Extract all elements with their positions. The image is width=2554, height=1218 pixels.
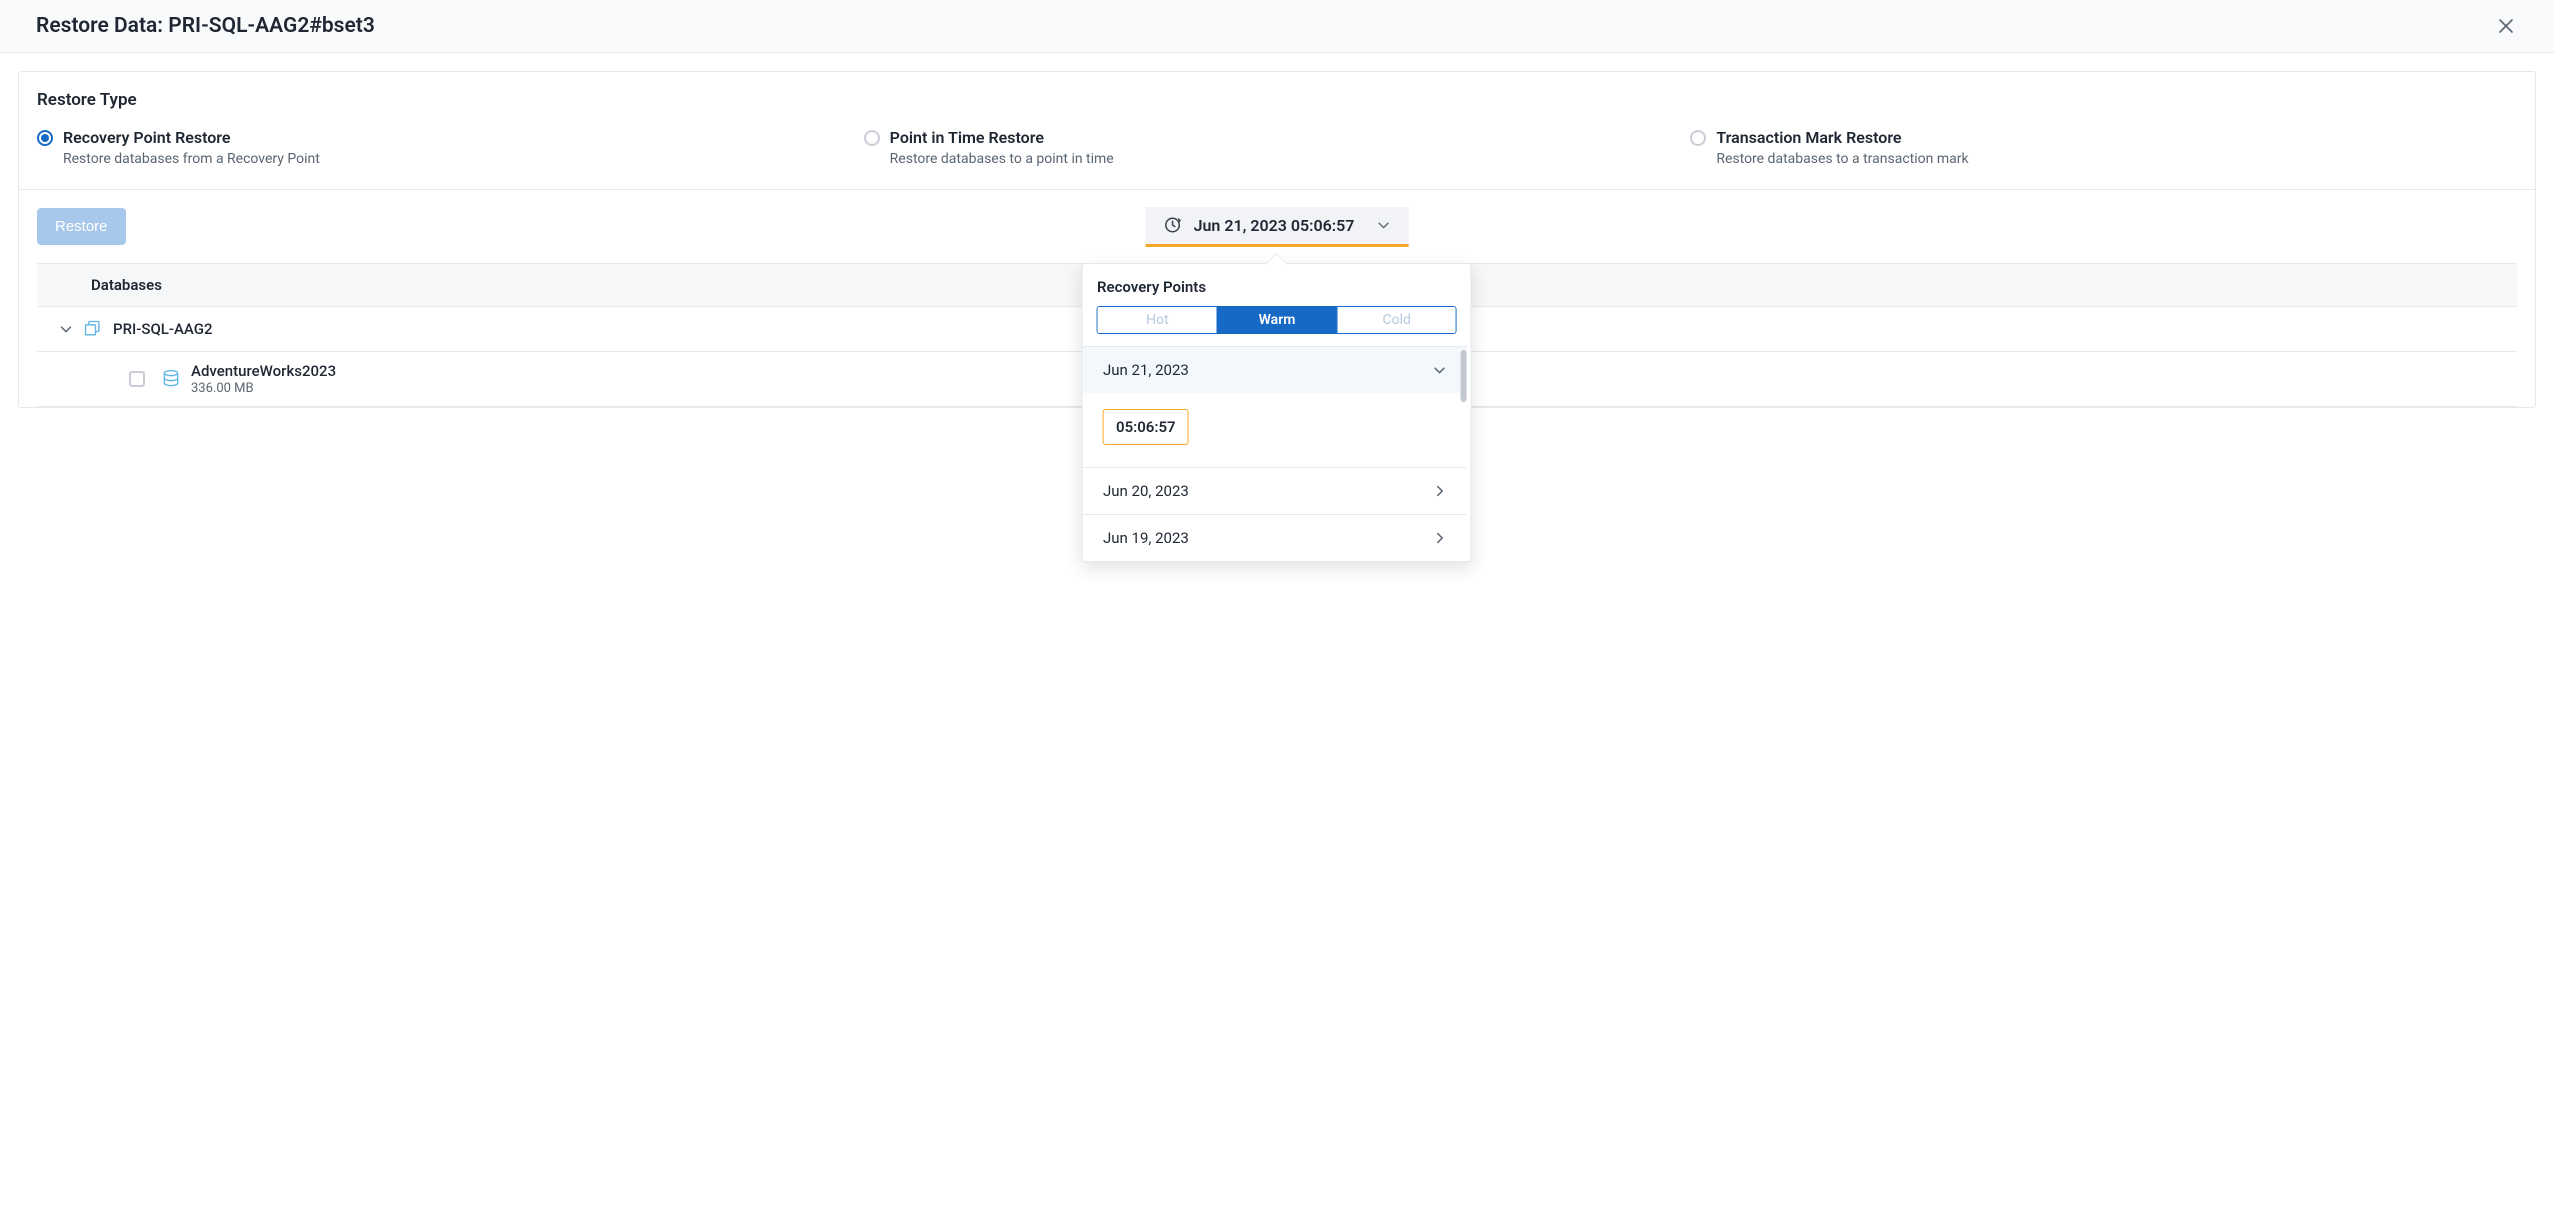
chevron-down-icon bbox=[1433, 363, 1447, 377]
restore-button[interactable]: Restore bbox=[37, 208, 126, 245]
close-icon bbox=[2498, 18, 2514, 34]
recovery-points-list: Jun 21, 2023 05:06:57 Jun 20, 2023 bbox=[1083, 346, 1471, 561]
server-group-icon bbox=[83, 319, 103, 339]
tier-tabs: Hot Warm Cold bbox=[1097, 306, 1457, 334]
restore-type-label: Point in Time Restore bbox=[890, 128, 1114, 147]
recovery-date-label: Jun 19, 2023 bbox=[1103, 529, 1189, 547]
chevron-right-icon bbox=[1433, 484, 1447, 498]
database-icon bbox=[161, 368, 181, 390]
restore-type-label: Recovery Point Restore bbox=[63, 128, 320, 147]
content-section: Restore Jun 21, 2023 05:06:57 bbox=[19, 190, 2535, 407]
restore-type-option-transaction-mark[interactable]: Transaction Mark Restore Restore databas… bbox=[1690, 128, 2517, 167]
radio-icon bbox=[1690, 130, 1706, 146]
database-checkbox[interactable] bbox=[129, 371, 145, 387]
restore-type-heading: Restore Type bbox=[37, 90, 2517, 110]
restore-type-label: Transaction Mark Restore bbox=[1716, 128, 1968, 147]
recovery-time-slot[interactable]: 05:06:57 bbox=[1103, 409, 1189, 445]
recovery-date-label: Jun 20, 2023 bbox=[1103, 482, 1189, 500]
recovery-date-row[interactable]: Jun 21, 2023 bbox=[1083, 346, 1467, 393]
restore-type-option-point-in-time[interactable]: Point in Time Restore Restore databases … bbox=[864, 128, 1691, 167]
scrollbar[interactable] bbox=[1461, 350, 1467, 402]
radio-icon bbox=[37, 130, 53, 146]
server-name: PRI-SQL-AAG2 bbox=[113, 320, 213, 338]
tier-tab-hot[interactable]: Hot bbox=[1098, 307, 1217, 333]
restore-type-sub: Restore databases to a point in time bbox=[890, 151, 1114, 167]
recovery-date-row[interactable]: Jun 19, 2023 bbox=[1083, 514, 1467, 561]
recovery-date-row[interactable]: Jun 20, 2023 bbox=[1083, 467, 1467, 514]
chevron-down-icon bbox=[59, 322, 73, 336]
popover-title: Recovery Points bbox=[1083, 278, 1471, 306]
dialog-header: Restore Data: PRI-SQL-AAG2#bset3 bbox=[0, 0, 2554, 53]
tier-tab-warm[interactable]: Warm bbox=[1217, 307, 1337, 333]
history-icon bbox=[1164, 216, 1182, 234]
radio-icon bbox=[864, 130, 880, 146]
recovery-point-picker-trigger[interactable]: Jun 21, 2023 05:06:57 bbox=[1146, 207, 1409, 247]
recovery-points-popover: Recovery Points Hot Warm Cold Jun 21, 20… bbox=[1082, 263, 1472, 562]
dialog-title: Restore Data: PRI-SQL-AAG2#bset3 bbox=[36, 14, 375, 38]
restore-type-section: Restore Type Recovery Point Restore Rest… bbox=[19, 72, 2535, 190]
close-button[interactable] bbox=[2494, 14, 2518, 38]
database-size: 336.00 MB bbox=[191, 381, 336, 396]
recovery-time-list: 05:06:57 bbox=[1083, 393, 1467, 467]
restore-type-sub: Restore databases from a Recovery Point bbox=[63, 151, 320, 167]
restore-type-option-recovery-point[interactable]: Recovery Point Restore Restore databases… bbox=[37, 128, 864, 167]
main-panel: Restore Type Recovery Point Restore Rest… bbox=[18, 71, 2536, 408]
tier-tab-cold[interactable]: Cold bbox=[1336, 307, 1456, 333]
chevron-right-icon bbox=[1433, 531, 1447, 545]
recovery-date-label: Jun 21, 2023 bbox=[1103, 361, 1189, 379]
recovery-point-selected-label: Jun 21, 2023 05:06:57 bbox=[1194, 216, 1355, 235]
chevron-down-icon bbox=[1376, 218, 1390, 232]
database-name: AdventureWorks2023 bbox=[191, 362, 336, 380]
restore-type-sub: Restore databases to a transaction mark bbox=[1716, 151, 1968, 167]
